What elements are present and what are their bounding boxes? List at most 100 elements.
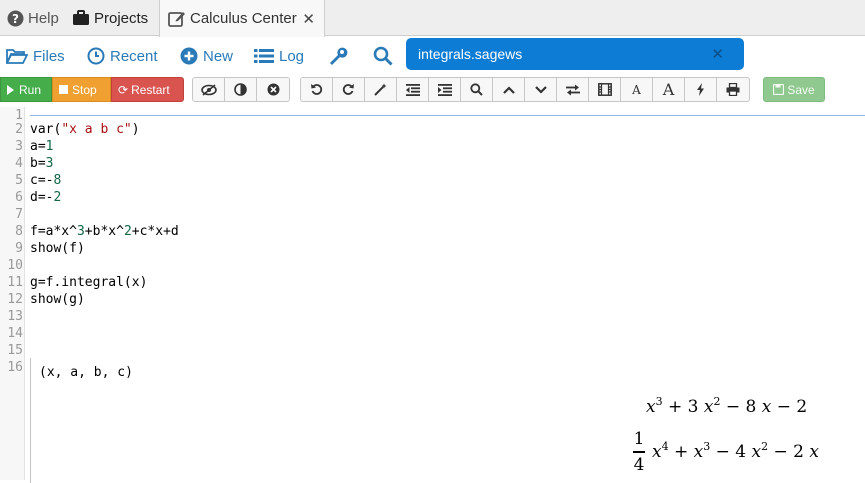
line-number: 6 [15,190,23,205]
settings-button[interactable] [328,45,353,67]
math-var: x [751,442,762,462]
delete-output-button[interactable] [257,78,289,101]
projects-tab-label: Projects [94,9,149,27]
indent-button[interactable] [429,78,461,101]
worksheet-toolbar: Run Stop ⟳ Restart A A Save [0,76,865,106]
svg-text:?: ? [12,12,19,26]
recent-label: Recent [110,47,158,65]
recent-button[interactable]: Recent [87,45,158,67]
split-view-button[interactable] [589,78,621,101]
math-exp: 4 [661,440,669,453]
font-small-icon: A [632,82,641,97]
code-number: 2 [123,224,132,239]
math-var: x [646,397,656,417]
line-number: 12 [7,292,23,307]
search-button[interactable] [373,45,398,67]
help-tab-label: Help [28,9,59,27]
list-icon [254,49,274,63]
line-number: 14 [7,326,23,341]
search-icon [373,46,393,66]
run-button[interactable]: Run [0,77,52,102]
wrench-icon [330,47,348,65]
restart-button[interactable]: ⟳ Restart [111,77,184,102]
code-token: var( [30,122,62,137]
hide-input-button[interactable] [193,78,225,101]
stop-button[interactable]: Stop [52,77,111,102]
line-number: 9 [15,241,23,256]
code-line[interactable]: b=3 [30,155,53,172]
help-tab[interactable]: ? Help [6,0,59,36]
toggle-output-button[interactable] [225,78,257,101]
floppy-disk-icon [773,84,785,95]
line-number: 16 [7,360,23,375]
line-number: 3 [15,139,23,154]
projects-tab[interactable]: Projects [72,0,148,36]
code-editor[interactable]: 1 2 3 4 5 6 7 8 9 10 11 12 13 14 15 16 v… [0,107,865,483]
code-line[interactable]: c=-8 [30,172,61,189]
find-button[interactable] [461,78,493,101]
outdent-icon [405,83,420,96]
indent-icon [437,83,452,96]
format-button[interactable] [365,78,397,101]
find-previous-button[interactable] [493,78,525,101]
replace-button[interactable] [557,78,589,101]
outdent-button[interactable] [397,78,429,101]
save-button[interactable]: Save [763,77,825,102]
code-number: 1 [45,139,54,154]
code-line[interactable]: f=a*x^3+b*x^2+c*x+d [30,223,179,240]
files-label: Files [33,47,65,65]
line-number: 11 [7,275,23,290]
film-icon [597,83,612,96]
code-line[interactable]: g=f.integral(x) [30,274,147,291]
folder-open-icon [6,49,28,64]
math-exp: 3 [655,395,663,408]
increase-font-button[interactable]: A [653,78,685,101]
file-bar: Files Recent New Log integrals.sagews ✕ [0,37,865,75]
new-label: New [203,47,234,65]
code-line[interactable]: show(g) [30,291,85,308]
fraction-numerator: 1 [633,429,645,449]
redo-button[interactable] [333,78,365,101]
refresh-icon: ⟳ [118,82,129,97]
code-line[interactable]: show(f) [30,240,85,257]
fraction-bar [633,451,645,453]
undo-icon [311,84,323,95]
font-large-icon: A [662,80,675,99]
code-line[interactable]: var("x a b c") [30,121,140,138]
open-file-tab[interactable]: integrals.sagews ✕ [406,38,744,70]
code-token: a= [30,139,46,154]
code-line[interactable]: d=-2 [30,189,61,206]
project-tab-calculus-center[interactable]: Calculus Center ✕ [159,0,325,37]
code-token: c=- [30,173,54,188]
new-button[interactable]: New [180,45,233,67]
code-token: f=a*x^ [30,224,77,239]
output-expression-g: x4 + x3 − 4 x2 − 2 x [652,440,819,462]
decrease-font-button[interactable]: A [621,78,653,101]
exchange-icon [565,84,580,95]
code-number: 3 [76,224,85,239]
math-op: − 2 [771,397,808,417]
line-number: 5 [15,173,23,188]
restart-label: Restart [131,82,170,97]
math-var: x [809,442,819,462]
code-line[interactable]: a=1 [30,138,53,155]
line-number: 13 [7,309,23,324]
print-button[interactable] [717,78,749,101]
line-number: 8 [15,224,23,239]
chevron-down-icon [534,85,547,94]
times-circle-icon [267,83,279,96]
cell-output: (x, a, b, c) x3 + 3 x2 − 8 x − 2 1 4 x4 … [30,358,865,483]
sync-button[interactable] [685,78,717,101]
find-next-button[interactable] [525,78,557,101]
undo-button[interactable] [301,78,333,101]
math-op: − 2 [768,442,810,462]
close-tab-icon[interactable]: ✕ [302,10,315,28]
line-number: 10 [7,258,23,273]
log-button[interactable]: Log [254,45,304,67]
output-expression-f: x3 + 3 x2 − 8 x − 2 [646,395,807,417]
clock-icon [87,47,105,65]
top-tab-bar: ? Help Projects Calculus Center ✕ [0,0,865,37]
briefcase-icon [72,9,90,27]
close-file-icon[interactable]: ✕ [711,45,724,63]
files-button[interactable]: Files [6,45,65,67]
